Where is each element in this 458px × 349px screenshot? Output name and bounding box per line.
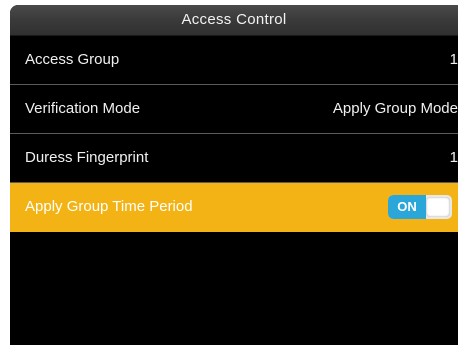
menu-item-verification-mode[interactable]: Verification Mode Apply Group Mode — [10, 85, 458, 134]
page-title: Access Control — [181, 11, 287, 28]
menu-item-access-group[interactable]: Access Group 1 — [10, 36, 458, 85]
menu-item-label: Apply Group Time Period — [25, 198, 193, 215]
menu-item-value: Apply Group Mode — [332, 100, 458, 117]
menu-item-label: Verification Mode — [25, 100, 141, 117]
title-bar: Access Control — [10, 5, 458, 36]
menu-item-duress-fingerprint[interactable]: Duress Fingerprint 1 — [10, 134, 458, 183]
device-screen: Access Control Access Group 1 Verificati… — [10, 5, 458, 345]
toggle-on-label: ON — [388, 195, 426, 219]
menu-list: Access Group 1 Verification Mode Apply G… — [10, 36, 458, 232]
menu-item-value: 1 — [449, 51, 458, 68]
menu-item-apply-group-time-period[interactable]: Apply Group Time Period ON — [10, 183, 458, 232]
menu-item-value: 1 — [449, 149, 458, 166]
apply-group-time-period-toggle[interactable]: ON — [388, 195, 452, 219]
toggle-knob — [426, 197, 450, 217]
menu-item-label: Duress Fingerprint — [25, 149, 149, 166]
menu-item-label: Access Group — [25, 51, 120, 68]
